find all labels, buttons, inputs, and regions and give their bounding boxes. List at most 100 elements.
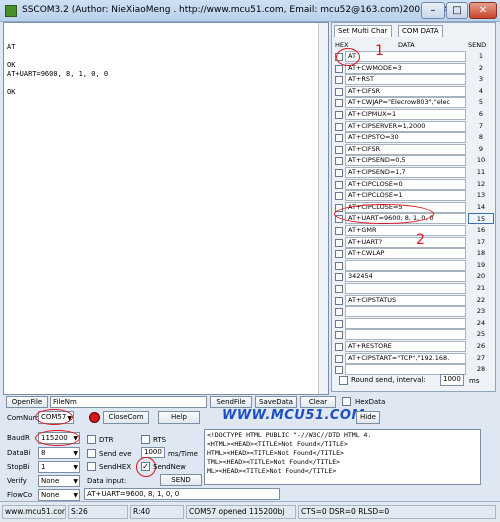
- command-input[interactable]: [345, 329, 466, 341]
- send-row-button[interactable]: 27: [468, 353, 494, 364]
- send-row-button[interactable]: 21: [468, 283, 494, 294]
- history-item[interactable]: TML><HEAD><TITLE>Not Found</TITLE>: [207, 458, 478, 467]
- send-row-button[interactable]: 22: [468, 295, 494, 306]
- send-row-button[interactable]: 14: [468, 202, 494, 213]
- data-input-field[interactable]: AT+UART=9600, 8, 1, 0, 0: [84, 488, 280, 500]
- command-input[interactable]: AT+CIPSTO=30: [345, 132, 466, 144]
- save-data-button[interactable]: SaveData: [255, 396, 297, 408]
- send-row-button[interactable]: 17: [468, 237, 494, 248]
- send-row-button[interactable]: 28: [468, 364, 494, 375]
- command-input[interactable]: AT+GMR: [345, 225, 466, 236]
- hex-checkbox[interactable]: [335, 319, 343, 328]
- command-input[interactable]: [345, 259, 466, 271]
- receive-textarea[interactable]: AT OK AT+UART=9600, 8, 1, 0, 0 OK: [3, 22, 329, 395]
- command-input[interactable]: AT+CIFSR: [345, 143, 466, 155]
- hex-checkbox[interactable]: [335, 64, 343, 73]
- hex-checkbox[interactable]: [335, 331, 343, 340]
- hex-checkbox[interactable]: [335, 285, 343, 293]
- file-name-input[interactable]: FileNm: [50, 396, 207, 408]
- send-row-button[interactable]: 19: [468, 260, 494, 271]
- send-row-button[interactable]: 2: [468, 63, 494, 74]
- command-input[interactable]: AT+CIPSTATUS: [345, 294, 466, 306]
- hex-checkbox[interactable]: [335, 134, 343, 143]
- send-row-button[interactable]: 23: [468, 306, 494, 317]
- send-row-button[interactable]: 11: [468, 167, 494, 178]
- history-item[interactable]: ML><HEAD><TITLE>Not Found</TITLE>: [207, 467, 478, 476]
- hex-checkbox[interactable]: [335, 145, 343, 154]
- command-input[interactable]: AT+CIPCLOSE=1: [345, 190, 466, 202]
- hex-checkbox[interactable]: [335, 238, 343, 247]
- command-input[interactable]: AT+CIPSEND=1,7: [345, 167, 466, 178]
- clear-button[interactable]: Clear: [300, 396, 336, 408]
- send-row-button[interactable]: 13: [468, 190, 494, 201]
- send-row-button[interactable]: 12: [468, 179, 494, 190]
- send-row-button[interactable]: 6: [468, 109, 494, 120]
- command-input[interactable]: AT+CWJAP="Elecrow803","elec: [345, 97, 466, 109]
- hex-checkbox[interactable]: [335, 366, 343, 375]
- hex-checkbox[interactable]: [335, 87, 343, 96]
- send-row-button[interactable]: 3: [468, 74, 494, 85]
- command-input[interactable]: AT: [345, 51, 466, 62]
- send-row-button[interactable]: 10: [468, 155, 494, 166]
- verify-select[interactable]: None ▼: [38, 475, 80, 487]
- send-row-button[interactable]: 15: [468, 213, 494, 225]
- dtr-checkbox[interactable]: [87, 435, 96, 444]
- hex-checkbox[interactable]: [335, 76, 343, 85]
- hex-checkbox[interactable]: [335, 296, 343, 305]
- command-input[interactable]: AT+RESTORE: [345, 341, 466, 352]
- hex-checkbox[interactable]: [335, 308, 343, 317]
- send-row-button[interactable]: 16: [468, 225, 494, 236]
- send-row-button[interactable]: 20: [468, 271, 494, 282]
- send-hex-checkbox[interactable]: [87, 462, 96, 471]
- send-file-button[interactable]: SendFile: [210, 396, 252, 408]
- send-row-button[interactable]: 18: [468, 248, 494, 259]
- send-row-button[interactable]: 5: [468, 97, 494, 108]
- hex-checkbox[interactable]: [335, 180, 343, 189]
- history-item[interactable]: <HTML><HEAD><TITLE>Not Found</TITLE>: [207, 440, 478, 449]
- send-button[interactable]: SEND: [160, 474, 202, 486]
- hex-checkbox[interactable]: [335, 250, 343, 259]
- round-send-checkbox[interactable]: [339, 376, 348, 385]
- send-row-button[interactable]: 8: [468, 132, 494, 143]
- data-bits-select[interactable]: 8 ▼: [38, 447, 80, 459]
- hex-checkbox[interactable]: [335, 111, 343, 119]
- command-input[interactable]: AT+CWMODE=3: [345, 62, 466, 74]
- hex-data-checkbox[interactable]: [342, 397, 351, 406]
- tab-set-multi-char[interactable]: Set Multi Char: [334, 25, 392, 37]
- hex-checkbox[interactable]: [335, 343, 343, 351]
- open-file-button[interactable]: OpenFile: [6, 396, 48, 408]
- send-row-button[interactable]: 4: [468, 86, 494, 97]
- hex-checkbox[interactable]: [335, 227, 343, 235]
- hex-checkbox[interactable]: [335, 192, 343, 201]
- receive-scrollbar[interactable]: [318, 23, 328, 394]
- minimize-button[interactable]: –: [421, 2, 445, 19]
- close-button[interactable]: ✕: [469, 2, 497, 19]
- command-input[interactable]: AT+CIPCLOSE=0: [345, 178, 466, 190]
- command-input[interactable]: AT+CIPSEND=0,5: [345, 155, 466, 167]
- hex-checkbox[interactable]: [335, 273, 343, 282]
- history-list[interactable]: <!DOCTYPE HTML PUBLIC "-//W3C//DTD HTML …: [204, 429, 481, 485]
- hex-checkbox[interactable]: [335, 169, 343, 177]
- command-input[interactable]: AT+UART?: [345, 236, 466, 248]
- interval-input[interactable]: 1000: [440, 374, 464, 386]
- send-row-button[interactable]: 7: [468, 121, 494, 132]
- send-row-button[interactable]: 9: [468, 144, 494, 155]
- history-item[interactable]: HTML><HEAD><TITLE>Not Found</TITLE>: [207, 449, 478, 458]
- rts-checkbox[interactable]: [141, 435, 150, 444]
- send-row-button[interactable]: 24: [468, 318, 494, 329]
- send-row-button[interactable]: 1: [468, 51, 494, 62]
- send-every-checkbox[interactable]: [87, 449, 96, 458]
- command-input[interactable]: AT+RST: [345, 74, 466, 86]
- history-item[interactable]: <!DOCTYPE HTML PUBLIC "-//W3C//DTD HTML …: [207, 431, 478, 440]
- command-input[interactable]: [345, 317, 466, 329]
- hex-checkbox[interactable]: [335, 354, 343, 363]
- flow-control-select[interactable]: None ▼: [38, 489, 80, 501]
- command-input[interactable]: AT+CWLAP: [345, 248, 466, 260]
- send-row-button[interactable]: 25: [468, 329, 494, 340]
- hex-checkbox[interactable]: [335, 157, 343, 166]
- maximize-button[interactable]: □: [446, 2, 468, 19]
- hex-checkbox[interactable]: [335, 122, 343, 131]
- send-row-button[interactable]: 26: [468, 341, 494, 352]
- command-input[interactable]: AT+CIFSR: [345, 85, 466, 97]
- tab-com-data[interactable]: COM DATA: [398, 25, 443, 37]
